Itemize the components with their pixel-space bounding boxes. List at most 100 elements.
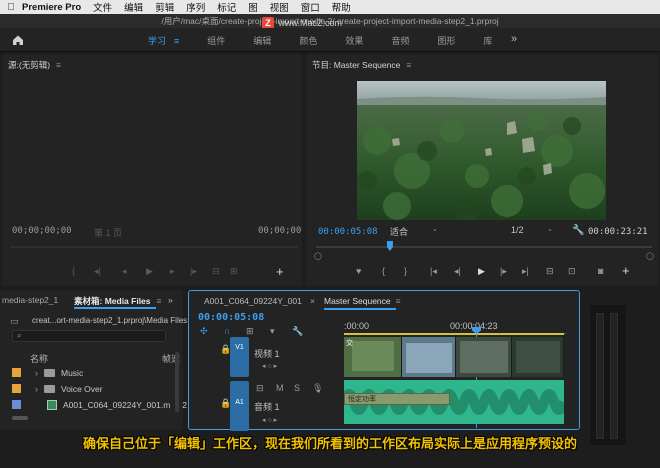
source-add-button-icon[interactable]: +	[276, 264, 284, 279]
mark-out-icon[interactable]: }	[404, 266, 407, 276]
scrub-end-icon: ◯	[646, 253, 654, 260]
chevron-right-icon[interactable]: ›	[35, 384, 38, 394]
snap-icon[interactable]: ∩	[224, 326, 230, 336]
program-scrubber[interactable]	[316, 246, 652, 248]
source-forward-frame-icon[interactable]: ▸	[170, 266, 175, 277]
source-play-icon[interactable]: ▶	[146, 266, 153, 277]
timeline-tab-master[interactable]: Master Sequence ≡	[324, 296, 401, 306]
chevron-right-icon[interactable]: ›	[35, 368, 38, 378]
tab-editing[interactable]: 编辑	[253, 34, 271, 47]
resolution-dropdown[interactable]: 1/2 ⌄	[511, 225, 563, 237]
menu-window[interactable]: 窗口	[301, 0, 320, 14]
lift-icon[interactable]: ⊟	[546, 266, 554, 277]
label-color-swatch[interactable]	[12, 368, 21, 377]
v1-toggle-icon[interactable]: ◂ ○ ▸	[262, 362, 277, 370]
program-video-frame[interactable]	[357, 81, 606, 220]
add-marker-icon[interactable]: ♥	[356, 266, 361, 276]
search-input[interactable]: ⌕	[12, 330, 166, 342]
workspaces-overflow-icon[interactable]: »	[511, 33, 517, 45]
timeline-tab-clip[interactable]: A001_C064_09224Y_001	[204, 296, 302, 306]
mark-in-icon[interactable]: {	[382, 266, 385, 276]
menu-markers[interactable]: 标记	[217, 0, 236, 14]
menu-help[interactable]: 帮助	[332, 0, 351, 14]
bin-folder-icon[interactable]: ▭	[10, 316, 19, 327]
list-item[interactable]: › Voice Over	[12, 384, 103, 394]
menu-graphics[interactable]: 图	[248, 0, 258, 14]
nest-icon[interactable]: ✣	[200, 326, 208, 337]
tab-graphics[interactable]: 图形	[437, 34, 455, 47]
microphone-icon[interactable]: 🎙	[312, 383, 323, 394]
fit-dropdown[interactable]: 适合 ⌄	[390, 225, 442, 237]
source-step-back-icon[interactable]: ◂|	[94, 266, 101, 277]
source-back-frame-icon[interactable]: ◂	[122, 266, 127, 277]
column-header-name[interactable]: 名称	[30, 352, 48, 365]
panel-overflow-icon[interactable]: »	[168, 295, 173, 305]
solo-button[interactable]: S	[294, 383, 300, 393]
audio-clip[interactable]: 恒定功率	[344, 380, 564, 424]
video-clip[interactable]	[456, 337, 512, 377]
tab-learning[interactable]: 学习 ≡	[148, 34, 179, 47]
vertical-scrollbar[interactable]	[175, 352, 179, 412]
menu-view[interactable]: 视图	[270, 0, 289, 14]
add-button-icon[interactable]: +	[622, 263, 630, 278]
video-subtitle: 确保自己位于「编辑」工作区，现在我们所看到的工作区布局实际上是应用程序预设的	[82, 436, 577, 451]
bin-menu-icon[interactable]: ≡	[157, 296, 162, 306]
app-menu[interactable]: Premiere Pro	[22, 2, 81, 13]
a1-toggle-icon[interactable]: ◂ ○ ▸	[262, 416, 277, 424]
tab-audio[interactable]: 音频	[391, 34, 409, 47]
horizontal-scrollbar[interactable]	[12, 416, 28, 420]
menu-edit[interactable]: 编辑	[124, 0, 143, 14]
label-color-swatch[interactable]	[12, 400, 21, 409]
program-menu-icon[interactable]: ≡	[406, 60, 411, 70]
tab-libraries[interactable]: 库	[483, 34, 492, 47]
step-back-icon[interactable]: ◂|	[454, 266, 461, 277]
linked-selection-icon[interactable]: ⊞	[246, 326, 254, 337]
menu-sequence[interactable]: 序列	[186, 0, 205, 14]
source-menu-icon[interactable]: ≡	[56, 60, 61, 70]
source-insert-icon[interactable]: ⊟	[212, 266, 220, 277]
a1-target[interactable]: A1	[230, 381, 249, 431]
video-clip[interactable]: 交	[344, 337, 402, 377]
hamburger-icon[interactable]: ≡	[174, 36, 179, 46]
program-timecode[interactable]: 00:00:05:08	[318, 227, 378, 237]
marker-icon[interactable]: ▾	[270, 326, 275, 337]
bin-tab[interactable]: 素材箱: Media Files ≡	[74, 295, 161, 307]
source-title-text: 源:(无剪辑)	[8, 60, 51, 70]
extract-icon[interactable]: ⊡	[568, 266, 576, 277]
camera-icon[interactable]: ◙	[598, 266, 603, 276]
menu-clip[interactable]: 剪辑	[155, 0, 174, 14]
list-item[interactable]: › Music	[12, 368, 83, 378]
list-item[interactable]: A001_C064_09224Y_001.m 2	[12, 400, 187, 410]
aerial-jungle-image	[357, 81, 606, 220]
sync-lock-icon[interactable]: ⊟	[256, 383, 264, 394]
source-overwrite-icon[interactable]: ⊞	[230, 266, 238, 277]
video-clip[interactable]	[512, 337, 564, 377]
menu-file[interactable]: 文件	[93, 0, 112, 14]
play-icon[interactable]: ▶	[478, 266, 485, 277]
project-tab[interactable]: media-step2_1	[2, 295, 58, 305]
go-to-out-icon[interactable]: ▸|	[522, 266, 529, 277]
mute-button[interactable]: M	[276, 383, 284, 393]
step-forward-icon[interactable]: |▸	[500, 266, 507, 277]
timeline-tab-master-label: Master Sequence	[324, 296, 391, 306]
settings-wrench-icon[interactable]: 🔧	[292, 326, 303, 337]
source-timecode[interactable]: 00;00;00;00	[12, 226, 72, 236]
source-step-forward-icon[interactable]: |▸	[190, 266, 197, 277]
tab-effects[interactable]: 效果	[345, 34, 363, 47]
video-clip[interactable]	[402, 337, 456, 377]
timeline-menu-icon[interactable]: ≡	[396, 296, 401, 306]
tab-assembly[interactable]: 组件	[207, 34, 225, 47]
source-scrubber[interactable]	[10, 246, 298, 248]
tab-color[interactable]: 颜色	[299, 34, 317, 47]
go-to-in-icon[interactable]: |◂	[430, 266, 437, 277]
resolution-dropdown-value: 1/2	[511, 225, 524, 235]
home-icon[interactable]	[11, 33, 25, 47]
timeline-timecode[interactable]: 00:00:05:08	[198, 312, 264, 323]
source-mark-in-icon[interactable]: {	[72, 266, 75, 276]
label-color-swatch[interactable]	[12, 384, 21, 393]
wrench-icon[interactable]: 🔧	[572, 225, 584, 236]
apple-icon[interactable]: 	[0, 2, 22, 13]
close-icon[interactable]: ×	[310, 296, 315, 306]
work-area-bar[interactable]	[344, 333, 564, 335]
v1-target[interactable]: V1	[230, 337, 249, 377]
